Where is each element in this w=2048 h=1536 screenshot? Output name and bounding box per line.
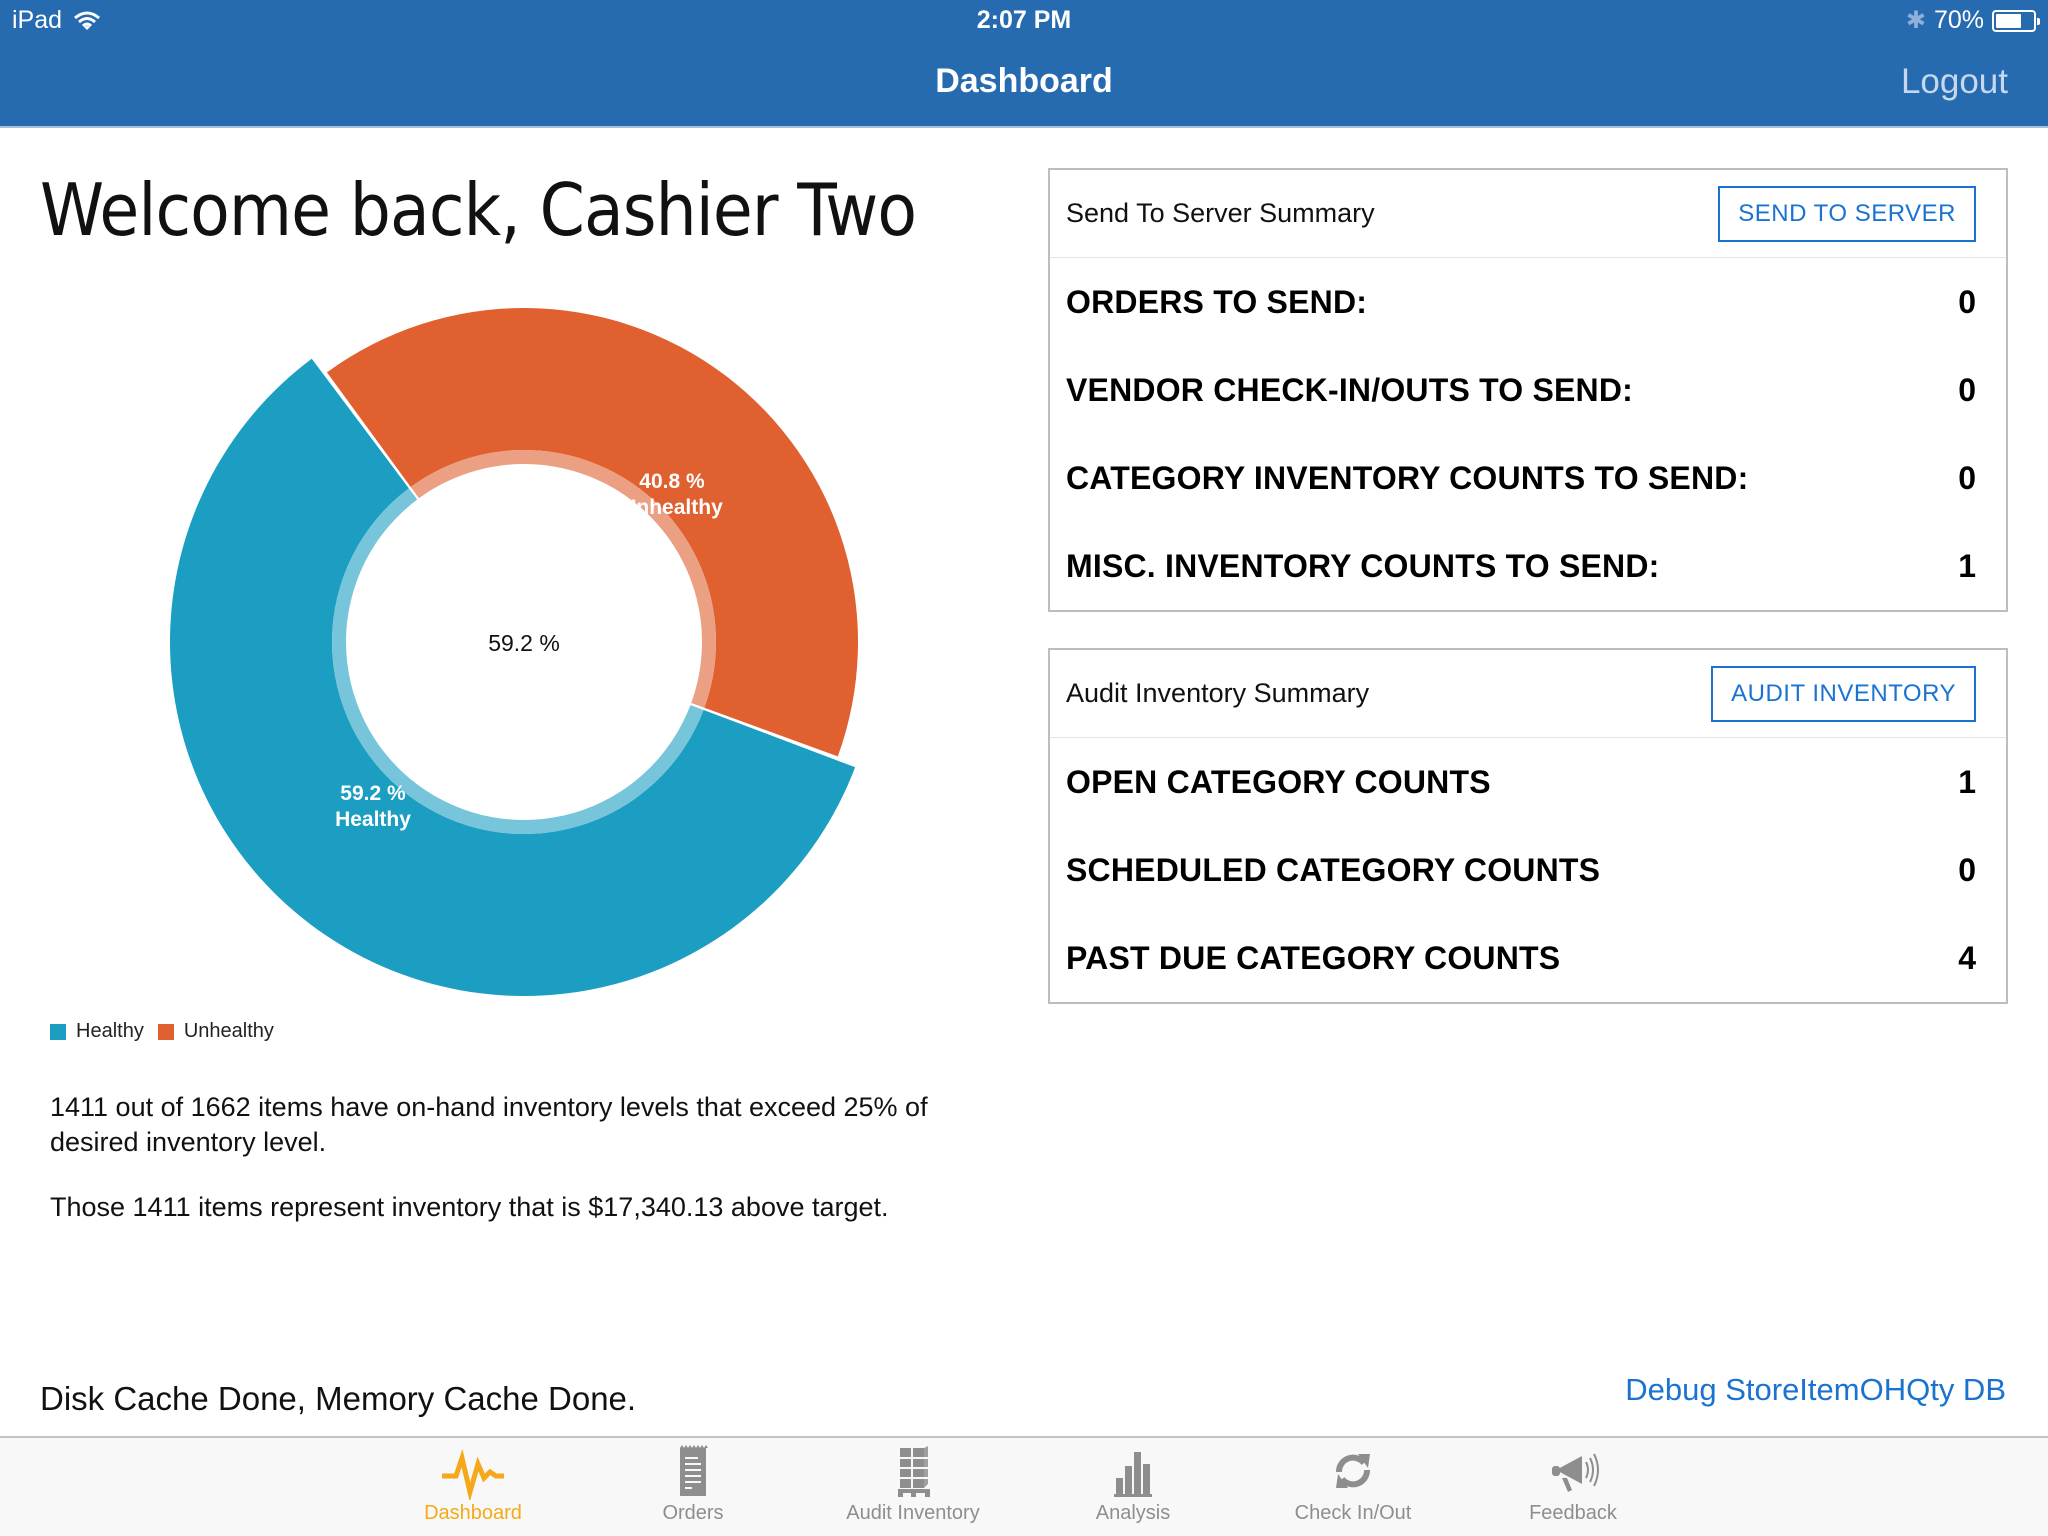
legend-swatch-healthy [50, 1023, 66, 1040]
inventory-summary-line-2: Those 1411 items represent inventory tha… [50, 1192, 889, 1222]
welcome-heading: Welcome back, Cashier Two [40, 168, 917, 252]
summary-row: SCHEDULED CATEGORY COUNTS 0 [1050, 826, 2006, 914]
page-title: Dashboard [935, 62, 1113, 100]
row-label: MISC. INVENTORY COUNTS TO SEND: [1066, 547, 1660, 584]
row-value: 1 [1958, 763, 1976, 800]
pallet-icon [898, 1446, 930, 1497]
summary-row: ORDERS TO SEND: 0 [1050, 258, 2006, 346]
donut-slice-unhealthy[interactable] [326, 308, 858, 757]
row-label: ORDERS TO SEND: [1066, 283, 1368, 320]
tab-check-in-out[interactable]: Check In/Out [1243, 1442, 1463, 1534]
summary-row: MISC. INVENTORY COUNTS TO SEND: 1 [1050, 522, 2006, 610]
tab-dashboard[interactable]: Dashboard [363, 1442, 583, 1534]
cache-status-text: Disk Cache Done, Memory Cache Done. [40, 1380, 637, 1417]
panel-title: Send To Server Summary [1066, 198, 1375, 228]
row-value: 1 [1958, 547, 1976, 584]
tab-analysis[interactable]: Analysis [1023, 1442, 1243, 1534]
tab-label: Dashboard [424, 1502, 522, 1524]
pulse-icon [442, 1448, 504, 1500]
row-value: 0 [1958, 283, 1976, 320]
bar-chart-icon [1114, 1452, 1152, 1497]
slice-label-unhealthy-name: Unhealthy [621, 496, 723, 519]
panel-header: Send To Server Summary SEND TO SERVER [1050, 170, 2006, 258]
tab-label: Feedback [1529, 1502, 1617, 1524]
row-value: 0 [1958, 851, 1976, 888]
battery-icon [1992, 9, 2040, 32]
row-label: VENDOR CHECK-IN/OUTS TO SEND: [1066, 371, 1634, 408]
legend-label: Healthy [76, 1020, 144, 1042]
tab-label: Analysis [1095, 1502, 1171, 1524]
row-label: SCHEDULED CATEGORY COUNTS [1066, 851, 1601, 888]
row-label: PAST DUE CATEGORY COUNTS [1066, 939, 1561, 976]
battery-percent: 70% [1933, 6, 1984, 34]
summary-row: VENDOR CHECK-IN/OUTS TO SEND: 0 [1050, 346, 2006, 434]
row-value: 4 [1958, 939, 1976, 976]
battery-level [1996, 13, 2022, 28]
status-time: 2:07 PM [976, 6, 1072, 34]
panel-title: Audit Inventory Summary [1066, 678, 1370, 708]
summary-row: CATEGORY INVENTORY COUNTS TO SEND: 0 [1050, 434, 2006, 522]
summary-row: OPEN CATEGORY COUNTS 1 [1050, 738, 2006, 826]
panel-header: Audit Inventory Summary AUDIT INVENTORY [1050, 650, 2006, 738]
audit-inventory-button[interactable]: AUDIT INVENTORY [1711, 665, 1976, 722]
donut-chart-svg: 59.2 % Healthy 40.8 % Unhealthy 59.2 % [170, 308, 858, 997]
donut-center-label: 59.2 % [488, 630, 560, 656]
legend-label: Unhealthy [183, 1020, 274, 1042]
chart-legend: Healthy Unhealthy [50, 1020, 288, 1043]
tab-label: Audit Inventory [846, 1502, 980, 1524]
debug-db-link[interactable]: Debug StoreItemOHQty DB [1625, 1372, 2006, 1408]
slice-label-unhealthy-value: 40.8 % [639, 470, 705, 493]
tab-audit-inventory[interactable]: Audit Inventory [803, 1442, 1023, 1534]
inventory-summary-line-1: 1411 out of 1662 items have on-hand inve… [50, 1092, 928, 1157]
inventory-health-chart: 59.2 % Healthy 40.8 % Unhealthy 59.2 % [0, 280, 1040, 1020]
tab-feedback[interactable]: Feedback [1463, 1442, 1683, 1534]
row-label: CATEGORY INVENTORY COUNTS TO SEND: [1066, 459, 1749, 496]
refresh-icon [1336, 1454, 1370, 1488]
row-value: 0 [1958, 459, 1976, 496]
summary-row: PAST DUE CATEGORY COUNTS 4 [1050, 914, 2006, 1002]
wifi-icon [74, 11, 101, 30]
status-bar-left: iPad [12, 6, 101, 35]
send-to-server-panel: Send To Server Summary SEND TO SERVER OR… [1048, 168, 2008, 612]
slice-label-healthy-name: Healthy [335, 808, 411, 831]
tab-label: Check In/Out [1294, 1502, 1412, 1524]
logout-button[interactable]: Logout [1901, 62, 2008, 102]
tab-bar: Dashboard Orders Audit Inventory Analysi… [0, 1436, 2048, 1536]
row-label: OPEN CATEGORY COUNTS [1066, 763, 1491, 800]
audit-inventory-panel: Audit Inventory Summary AUDIT INVENTORY … [1048, 648, 2008, 1004]
legend-item-unhealthy[interactable]: Unhealthy [157, 1020, 274, 1043]
megaphone-icon [1552, 1453, 1599, 1492]
bluetooth-icon: ✱ [1905, 7, 1926, 34]
navigation-bar: iPad 2:07 PM ✱ 70% Dashboard Logout [0, 0, 2048, 128]
tab-label: Orders [662, 1502, 724, 1524]
tab-orders[interactable]: Orders [583, 1442, 803, 1534]
receipt-icon [680, 1445, 708, 1496]
send-to-server-button[interactable]: SEND TO SERVER [1718, 185, 1976, 242]
legend-item-healthy[interactable]: Healthy [50, 1020, 144, 1043]
slice-label-healthy-value: 59.2 % [340, 782, 406, 805]
status-bar-right: ✱ 70% [1905, 6, 2040, 35]
row-value: 0 [1958, 371, 1976, 408]
legend-swatch-unhealthy [157, 1023, 174, 1040]
device-name: iPad [12, 6, 63, 34]
